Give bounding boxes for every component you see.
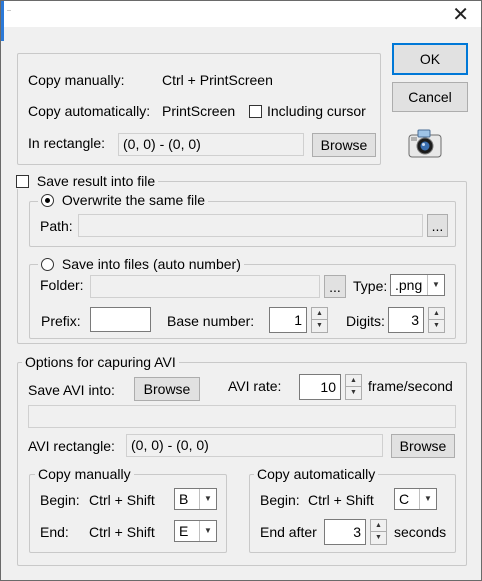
including-cursor-checkbox[interactable] (249, 105, 262, 118)
window-edge (1, 1, 4, 41)
type-select[interactable]: .png ▼ (390, 274, 445, 296)
manual-end-keys: Ctrl + Shift (89, 524, 155, 540)
avi-group-legend: Options for capuring AVI (22, 354, 179, 370)
prefix-input[interactable] (90, 307, 151, 332)
chevron-down-icon[interactable]: ▼ (199, 521, 216, 541)
autonumber-label[interactable]: Save into files (auto number) (62, 256, 241, 272)
avi-rate-label: AVI rate: (228, 378, 282, 394)
base-number-spinner[interactable]: ▲ ▼ (311, 307, 328, 333)
avi-rectangle-label: AVI rectangle: (28, 438, 115, 454)
in-rectangle-label: In rectangle: (28, 135, 106, 151)
seconds-label: seconds (394, 524, 447, 540)
path-field[interactable] (78, 214, 423, 237)
including-cursor-label[interactable]: Including cursor (267, 103, 366, 119)
manual-begin-keys: Ctrl + Shift (89, 492, 155, 508)
copy-auto-label: Copy automatically: (28, 103, 151, 119)
copy-auto-keys: PrintScreen (162, 103, 236, 119)
avi-rectangle-browse-button[interactable]: Browse (391, 434, 455, 458)
camera-icon (408, 126, 442, 160)
chevron-down-icon[interactable]: ▼ (427, 275, 444, 295)
manual-begin-label: Begin: (40, 492, 80, 508)
manual-end-key-select[interactable]: E ▼ (174, 520, 217, 542)
chevron-down-icon[interactable]: ▼ (199, 489, 216, 509)
title-mark (7, 10, 11, 11)
avi-rate-spinner[interactable]: ▲ ▼ (345, 374, 362, 400)
spin-up-icon[interactable]: ▲ (429, 308, 444, 320)
dialog-window: ✕ OK Cancel Copy manually: Ctrl + PrintS… (0, 0, 482, 581)
save-avi-browse-button[interactable]: Browse (134, 377, 200, 401)
auto-begin-label: Begin: (260, 492, 300, 508)
digits-input[interactable]: 3 (388, 307, 424, 333)
autonumber-radio[interactable] (41, 258, 54, 271)
manual-end-key: E (179, 523, 189, 539)
ok-button[interactable]: OK (392, 43, 468, 75)
base-number-label: Base number: (167, 313, 255, 329)
end-after-spinner[interactable]: ▲ ▼ (370, 519, 387, 545)
folder-label: Folder: (40, 277, 84, 293)
path-browse-button[interactable]: ... (427, 214, 448, 237)
spin-up-icon[interactable]: ▲ (312, 308, 327, 320)
path-label: Path: (40, 218, 73, 234)
autonumber-legend: Save into files (auto number) (38, 256, 244, 272)
avi-auto-legend: Copy automatically (254, 466, 379, 482)
save-result-label[interactable]: Save result into file (37, 173, 155, 189)
prefix-label: Prefix: (41, 313, 81, 329)
end-after-label: End after (260, 524, 317, 540)
digits-spinner[interactable]: ▲ ▼ (428, 307, 445, 333)
save-group-legend: Save result into file (13, 173, 159, 189)
digits-label: Digits: (346, 313, 385, 329)
auto-begin-key-select[interactable]: C ▼ (394, 488, 437, 510)
spin-down-icon[interactable]: ▼ (371, 532, 386, 544)
spin-up-icon[interactable]: ▲ (371, 520, 386, 532)
auto-begin-keys: Ctrl + Shift (308, 492, 374, 508)
manual-begin-key: B (179, 491, 189, 507)
overwrite-radio[interactable] (41, 194, 54, 207)
type-value: .png (395, 277, 423, 293)
folder-browse-button[interactable]: ... (324, 275, 346, 298)
avi-manual-legend: Copy manually (35, 466, 134, 482)
folder-field[interactable] (90, 275, 320, 298)
spin-down-icon[interactable]: ▼ (312, 320, 327, 332)
end-after-input[interactable]: 3 (324, 519, 366, 545)
chevron-down-icon[interactable]: ▼ (419, 489, 436, 509)
copy-manually-label: Copy manually: (28, 72, 125, 88)
avi-rate-unit: frame/second (368, 378, 453, 394)
copy-manually-keys: Ctrl + PrintScreen (162, 72, 273, 88)
spin-down-icon[interactable]: ▼ (346, 387, 361, 399)
manual-begin-key-select[interactable]: B ▼ (174, 488, 217, 510)
manual-end-label: End: (40, 524, 69, 540)
close-icon[interactable]: ✕ (452, 4, 469, 24)
overwrite-legend: Overwrite the same file (38, 192, 209, 208)
type-label: Type: (353, 278, 388, 294)
title-bar: ✕ (1, 1, 481, 41)
cancel-button[interactable]: Cancel (392, 82, 468, 112)
rectangle-browse-button[interactable]: Browse (312, 133, 376, 157)
in-rectangle-field: (0, 0) - (0, 0) (118, 133, 304, 156)
spin-down-icon[interactable]: ▼ (429, 320, 444, 332)
spin-up-icon[interactable]: ▲ (346, 375, 361, 387)
save-result-checkbox[interactable] (16, 175, 29, 188)
avi-rate-input[interactable]: 10 (299, 374, 341, 400)
auto-begin-key: C (399, 491, 410, 507)
avi-rectangle-field: (0, 0) - (0, 0) (126, 434, 383, 457)
avi-path-field (28, 405, 456, 428)
overwrite-label[interactable]: Overwrite the same file (62, 192, 205, 208)
base-number-input[interactable]: 1 (269, 307, 307, 333)
save-avi-label: Save AVI into: (28, 382, 115, 398)
